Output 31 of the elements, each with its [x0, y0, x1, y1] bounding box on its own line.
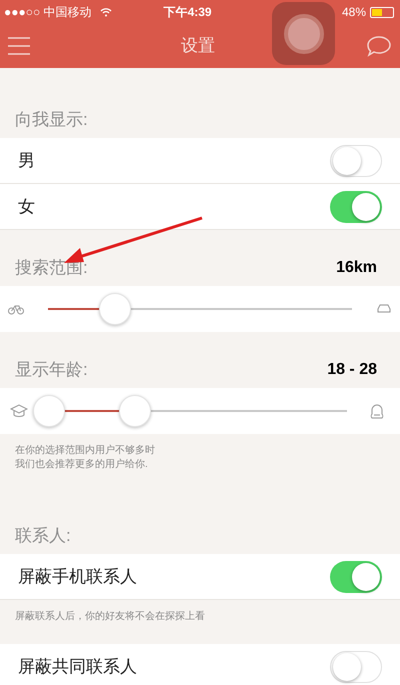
note-text: 在你的选择范围内用户不够多时 — [15, 444, 155, 458]
wifi-icon — [100, 7, 112, 17]
chat-bubble-icon[interactable] — [366, 35, 392, 57]
battery-percent: 48% — [342, 4, 366, 21]
slider-track[interactable] — [48, 292, 352, 326]
clock-text: 下午4:39 — [164, 4, 212, 21]
section-value: 18 - 28 — [327, 360, 377, 380]
row-label: 男 — [18, 150, 35, 172]
graduation-cap-icon — [10, 404, 28, 418]
row-label: 屏蔽手机联系人 — [18, 566, 137, 588]
battery-icon — [370, 6, 394, 18]
row-label: 女 — [18, 196, 35, 218]
toggle-switch[interactable] — [330, 560, 382, 592]
menu-icon[interactable] — [8, 37, 30, 55]
assistive-touch-button[interactable] — [272, 2, 335, 65]
nav-title: 设置 — [180, 35, 216, 58]
section-value: 16km — [336, 258, 377, 278]
note-text: 我们也会推荐更多的用户给你. — [15, 458, 148, 472]
row-label: 屏蔽共同联系人 — [18, 656, 137, 678]
section-header: 向我显示: — [15, 108, 88, 130]
section-header: 联系人: — [15, 524, 71, 546]
note-text: 屏蔽联系人后，你的好友将不会在探探上看 — [15, 610, 205, 624]
slider-thumb[interactable] — [98, 293, 131, 325]
bicycle-icon — [8, 303, 24, 315]
toggle-switch[interactable] — [330, 144, 382, 176]
toggle-switch[interactable] — [330, 650, 382, 682]
slider-thumb[interactable] — [33, 395, 65, 427]
section-header: 显示年龄: — [15, 358, 88, 380]
carrier-text: ●●●○○ 中国移动 — [4, 4, 92, 21]
toggle-switch[interactable] — [330, 190, 382, 222]
slider-thumb[interactable] — [119, 395, 152, 427]
